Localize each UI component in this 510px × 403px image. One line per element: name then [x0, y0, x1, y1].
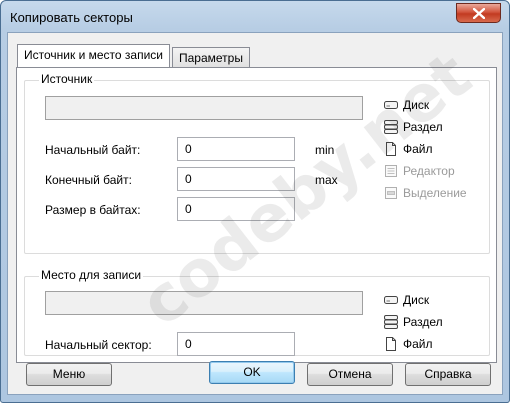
- end-byte-unit: max: [315, 173, 338, 187]
- dialog-client: Источник и место записи Параметры Источн…: [7, 32, 503, 395]
- source-group: Источник Начальный байт: 0 min Конечный …: [24, 72, 490, 254]
- start-sector-label: Начальный сектор:: [45, 338, 152, 352]
- close-button[interactable]: [456, 3, 501, 23]
- tab-source-destination[interactable]: Источник и место записи: [17, 44, 170, 67]
- source-path-field[interactable]: [45, 96, 363, 120]
- file-icon: [386, 337, 396, 351]
- option-label: Файл: [403, 337, 433, 351]
- option-label: Выделение: [403, 186, 467, 200]
- option-label: Раздел: [403, 315, 443, 329]
- option-label: Раздел: [403, 120, 443, 134]
- start-byte-label: Начальный байт:: [45, 143, 141, 157]
- cancel-button[interactable]: Отмена: [307, 363, 393, 386]
- selection-icon: [385, 187, 397, 199]
- partition-icon: [384, 315, 398, 329]
- dialog-window: Копировать секторы Источник и место запи…: [0, 0, 510, 403]
- ok-button[interactable]: OK: [209, 361, 295, 384]
- disk-icon: [384, 101, 398, 109]
- partition-icon: [384, 120, 398, 134]
- option-label: Файл: [403, 142, 433, 156]
- help-button[interactable]: Справка: [405, 363, 491, 386]
- close-icon: [473, 8, 485, 19]
- title-bar[interactable]: Копировать секторы: [1, 1, 509, 33]
- end-byte-input[interactable]: 0: [177, 167, 295, 191]
- source-group-title: Источник: [39, 72, 95, 86]
- file-icon: [386, 142, 396, 156]
- option-label: Диск: [403, 293, 430, 307]
- option-label: Редактор: [403, 164, 455, 178]
- destination-path-field[interactable]: [45, 291, 363, 315]
- tab-panel: Источник Начальный байт: 0 min Конечный …: [16, 39, 497, 363]
- start-sector-input[interactable]: 0: [177, 332, 295, 356]
- menu-button[interactable]: Меню: [26, 363, 112, 386]
- destination-group-title: Место для записи: [39, 268, 144, 282]
- window-title: Копировать секторы: [10, 10, 133, 25]
- start-byte-unit: min: [315, 143, 335, 157]
- tab-label: Параметры: [179, 51, 243, 65]
- destination-group: Место для записи Начальный сектор: 0 Дис…: [24, 268, 490, 356]
- end-byte-label: Конечный байт:: [45, 173, 132, 187]
- tab-label: Источник и место записи: [24, 48, 163, 62]
- editor-icon: [385, 165, 397, 177]
- start-byte-input[interactable]: 0: [177, 137, 295, 161]
- size-bytes-label: Размер в байтах:: [45, 203, 141, 217]
- tab-parameters[interactable]: Параметры: [172, 47, 250, 67]
- size-bytes-input[interactable]: 0: [177, 197, 295, 221]
- option-label: Диск: [403, 98, 430, 112]
- disk-icon: [384, 296, 398, 304]
